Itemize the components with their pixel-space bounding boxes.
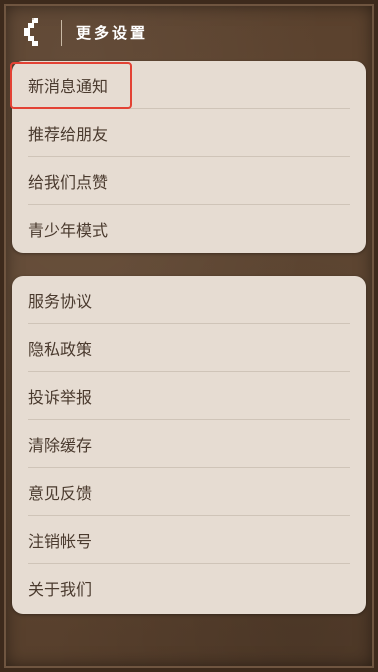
menu-item-give-us-a-like[interactable]: 给我们点赞 — [28, 157, 350, 205]
menu-item-label: 隐私政策 — [28, 339, 93, 359]
page-title: 更多设置 — [76, 24, 149, 42]
back-chevron-icon[interactable] — [18, 16, 46, 48]
menu-item-teen-mode[interactable]: 青少年模式 — [28, 205, 350, 253]
menu-item-label: 投诉举报 — [28, 387, 93, 407]
menu-item-new-message-notification[interactable]: 新消息通知 — [28, 61, 350, 109]
menu-item-label: 注销帐号 — [28, 531, 93, 551]
menu-item-privacy-policy[interactable]: 隐私政策 — [28, 324, 350, 372]
menu-item-label: 推荐给朋友 — [28, 124, 109, 144]
menu-item-service-agreement[interactable]: 服务协议 — [28, 276, 350, 324]
header-divider — [61, 20, 62, 46]
header-bar: 更多设置 — [0, 0, 378, 60]
menu-item-label: 关于我们 — [28, 580, 93, 599]
menu-item-clear-cache[interactable]: 清除缓存 — [28, 420, 350, 468]
menu-item-label: 新消息通知 — [28, 76, 109, 96]
menu-item-label: 青少年模式 — [28, 221, 109, 240]
menu-item-label: 意见反馈 — [28, 483, 93, 503]
menu-item-about-us[interactable]: 关于我们 — [28, 564, 350, 612]
menu-item-feedback[interactable]: 意见反馈 — [28, 468, 350, 516]
menu-item-label: 服务协议 — [28, 291, 93, 311]
menu-item-label: 清除缓存 — [28, 435, 93, 455]
menu-item-complaint-report[interactable]: 投诉举报 — [28, 372, 350, 420]
menu-item-delete-account[interactable]: 注销帐号 — [28, 516, 350, 564]
settings-group-1: 新消息通知 推荐给朋友 给我们点赞 青少年模式 — [12, 61, 366, 253]
menu-item-recommend-to-friends[interactable]: 推荐给朋友 — [28, 109, 350, 157]
menu-item-label: 给我们点赞 — [28, 172, 109, 192]
settings-group-2: 服务协议 隐私政策 投诉举报 清除缓存 意见反馈 注销帐号 关于我们 — [12, 276, 366, 614]
